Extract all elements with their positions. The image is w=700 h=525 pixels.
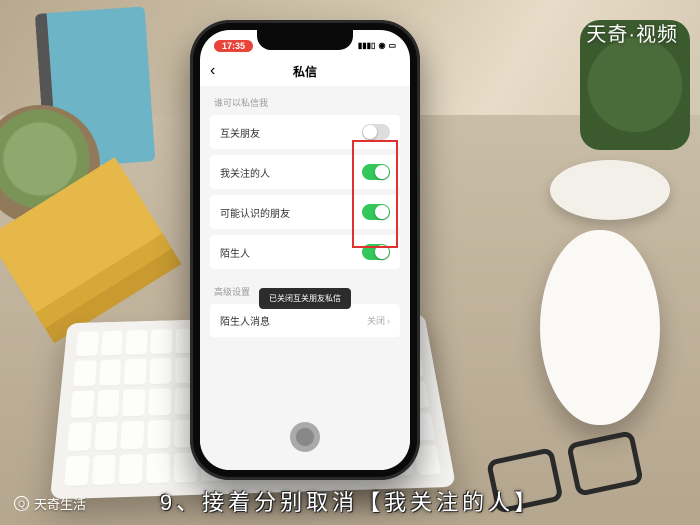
row-label: 陌生人消息 (220, 313, 270, 328)
row-label: 可能认识的朋友 (220, 205, 290, 220)
settings-content: 谁可以私信我 互关朋友 我关注的人 可能认识的朋友 陌生人 高级设置 陌生人消息 (200, 86, 410, 470)
phone-frame: 17:35 ▮▮▮▯ ◉ ▭ ‹ 私信 谁可以私信我 互关朋友 我关注的人 可能… (190, 20, 420, 480)
brand-watermark-bottom: Q 天奇生活 (14, 494, 86, 513)
row-mutual-friends[interactable]: 互关朋友 (210, 115, 400, 149)
toast-message: 已关闭互关朋友私信 (259, 288, 351, 309)
page-title: 私信 (293, 63, 317, 80)
row-value: 关闭 › (367, 314, 390, 327)
brand-name: 天奇生活 (34, 494, 86, 513)
wifi-icon: ◉ (378, 41, 385, 50)
phone-screen: 17:35 ▮▮▮▯ ◉ ▭ ‹ 私信 谁可以私信我 互关朋友 我关注的人 可能… (200, 30, 410, 470)
status-time: 17:35 (214, 40, 253, 52)
row-maybe-known[interactable]: 可能认识的朋友 (210, 195, 400, 229)
status-icons: ▮▮▮▯ ◉ ▭ (358, 41, 396, 50)
battery-icon: ▭ (388, 41, 396, 50)
section-who-can-dm: 谁可以私信我 (210, 86, 400, 115)
toggle-following[interactable] (362, 164, 390, 180)
row-label: 陌生人 (220, 245, 250, 260)
assistive-touch-icon[interactable] (290, 422, 320, 452)
toggle-strangers[interactable] (362, 244, 390, 260)
toggle-maybe-known[interactable] (362, 204, 390, 220)
back-button[interactable]: ‹ (210, 62, 215, 80)
brand-logo-icon: Q (14, 496, 29, 511)
row-following[interactable]: 我关注的人 (210, 155, 400, 189)
tutorial-caption: 9、接着分别取消【我关注的人】 (160, 485, 540, 517)
mouse-prop (540, 230, 660, 425)
row-label: 互关朋友 (220, 125, 260, 140)
plate-prop (550, 160, 670, 220)
notch (257, 30, 353, 50)
toggle-mutual-friends[interactable] (362, 124, 390, 140)
row-strangers[interactable]: 陌生人 (210, 235, 400, 269)
chevron-right-icon: › (387, 316, 390, 326)
brand-watermark-top: 天奇·视频 (586, 18, 678, 47)
row-label: 我关注的人 (220, 165, 270, 180)
nav-bar: ‹ 私信 (200, 56, 410, 86)
signal-icon: ▮▮▮▯ (358, 41, 376, 50)
